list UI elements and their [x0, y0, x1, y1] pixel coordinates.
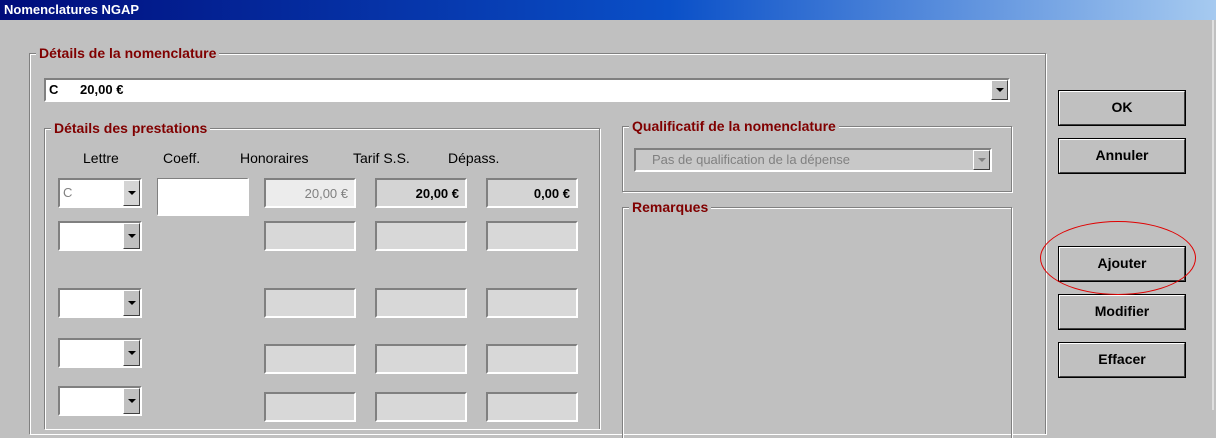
row-1-lettre-value: C — [63, 185, 73, 200]
nomenclature-select[interactable]: C 20,00 € — [44, 78, 1010, 102]
row-1-coeff-input[interactable] — [157, 178, 249, 216]
annuler-button[interactable]: Annuler — [1058, 138, 1186, 174]
row-4-tarif-field — [375, 344, 467, 374]
row-3-tarif-field — [375, 288, 467, 318]
chevron-down-icon[interactable] — [123, 290, 140, 316]
prestations-legend: Détails des prestations — [51, 120, 211, 136]
row-5-depass-field — [486, 392, 578, 422]
row-4-lettre-select[interactable] — [58, 338, 142, 368]
row-2-lettre-select[interactable] — [58, 221, 142, 251]
nomenclature-select-value: C 20,00 € — [49, 82, 124, 97]
row-3-lettre-select[interactable] — [58, 288, 142, 318]
chevron-down-icon[interactable] — [973, 150, 990, 170]
modifier-button[interactable]: Modifier — [1058, 294, 1186, 330]
row-1-honoraires-field: 20,00 € — [264, 178, 356, 208]
row-5-tarif-field — [375, 392, 467, 422]
row-5-lettre-select[interactable] — [58, 386, 142, 416]
row-4-depass-field — [486, 344, 578, 374]
row-5-honoraires-field — [264, 392, 356, 422]
ok-button[interactable]: OK — [1058, 90, 1186, 126]
row-2-tarif-field — [375, 221, 467, 251]
remarques-legend: Remarques — [629, 199, 712, 215]
row-1-tarif-field: 20,00 € — [375, 178, 467, 208]
details-nomenclature-legend: Détails de la nomenclature — [36, 45, 220, 61]
column-header-lettre: Lettre — [83, 150, 119, 166]
row-1-depass-field: 0,00 € — [486, 178, 578, 208]
row-2-depass-field — [486, 221, 578, 251]
row-3-honoraires-field — [264, 288, 356, 318]
ajouter-button[interactable]: Ajouter — [1058, 246, 1186, 282]
effacer-button[interactable]: Effacer — [1058, 342, 1186, 378]
column-header-tarif-ss: Tarif S.S. — [353, 150, 410, 166]
column-header-coeff: Coeff. — [163, 150, 201, 166]
column-header-depass: Dépass. — [448, 150, 500, 166]
chevron-down-icon[interactable] — [123, 180, 140, 206]
prestations-group: Détails des prestations — [44, 120, 600, 429]
chevron-down-icon[interactable] — [123, 340, 140, 366]
row-4-honoraires-field — [264, 344, 356, 374]
chevron-down-icon[interactable] — [123, 223, 140, 249]
window-title-bar: Nomenclatures NGAP — [0, 0, 1216, 20]
row-1-lettre-select[interactable]: C — [58, 178, 142, 208]
chevron-down-icon[interactable] — [123, 388, 140, 414]
chevron-down-icon[interactable] — [991, 80, 1008, 100]
dialog-body: Détails de la nomenclature C 20,00 € Dét… — [0, 20, 1214, 438]
column-header-honoraires: Honoraires — [240, 150, 309, 166]
row-2-honoraires-field — [264, 221, 356, 251]
window-title: Nomenclatures NGAP — [4, 2, 140, 17]
row-3-depass-field — [486, 288, 578, 318]
qualificatif-select-value: Pas de qualification de la dépense — [652, 152, 851, 167]
qualificatif-select[interactable]: Pas de qualification de la dépense — [634, 148, 992, 172]
qualificatif-legend: Qualificatif de la nomenclature — [629, 118, 839, 134]
remarques-group[interactable]: Remarques — [622, 199, 1012, 438]
